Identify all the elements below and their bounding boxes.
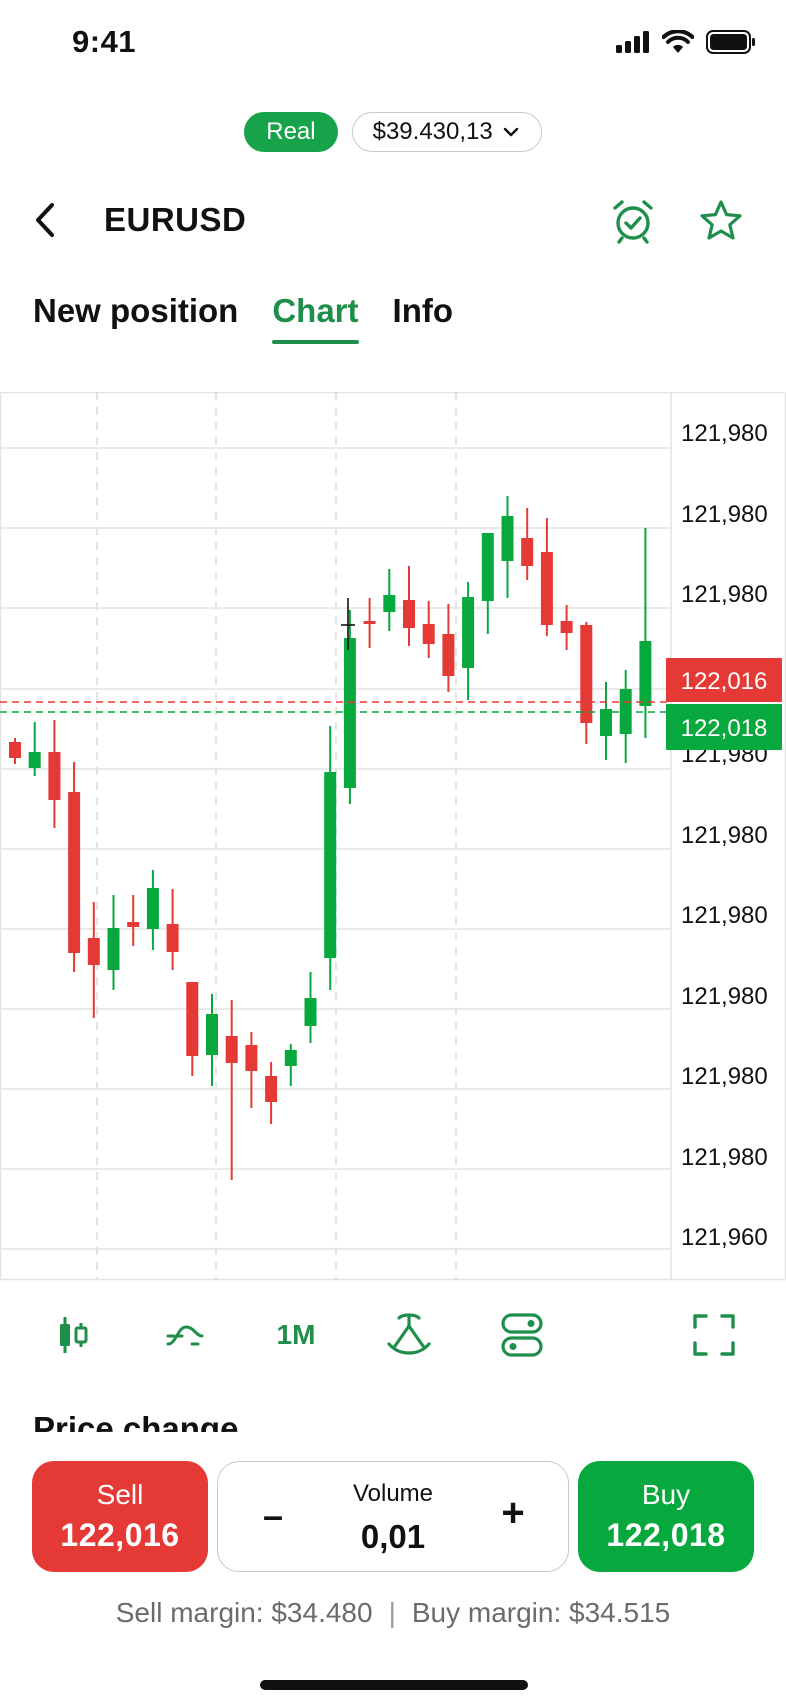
- candle-body: [304, 998, 317, 1026]
- candle-body: [600, 709, 612, 736]
- symbol-title: EURUSD: [104, 201, 247, 238]
- candle-body: [639, 641, 652, 706]
- sell-label: Sell: [96, 1479, 144, 1510]
- candle-body: [383, 595, 396, 612]
- candle-body: [87, 938, 100, 965]
- price-change-title: Price change: [33, 1410, 239, 1432]
- sell-price: 122,016: [60, 1517, 180, 1553]
- account-row: Real $39.430,13: [0, 112, 786, 152]
- y-tick-label: 121,980: [681, 1144, 768, 1171]
- star-icon[interactable]: [698, 198, 744, 244]
- sell-margin: Sell margin: $34.480: [115, 1597, 373, 1628]
- tabs: New position Chart Info: [33, 292, 453, 344]
- candle-body: [225, 1036, 238, 1063]
- tab-chart[interactable]: Chart: [272, 292, 359, 344]
- margin-separator: |: [388, 1597, 396, 1628]
- buy-label: Buy: [641, 1479, 691, 1510]
- y-tick-label: 121,980: [681, 581, 768, 608]
- drawing-tools-icon: [387, 1313, 431, 1355]
- alarm-icon[interactable]: [610, 198, 656, 244]
- buy-price: 122,018: [606, 1517, 726, 1553]
- fullscreen-icon: [693, 1314, 735, 1356]
- candle-body: [324, 772, 337, 958]
- battery-icon: [706, 30, 755, 54]
- status-icons: [616, 30, 756, 54]
- sell-button[interactable]: Sell 122,016: [32, 1461, 208, 1572]
- drawing-tools-button[interactable]: [382, 1300, 436, 1370]
- candlestick-icon: [60, 1317, 88, 1353]
- candle-body: [166, 924, 179, 952]
- candle-body: [521, 538, 534, 566]
- y-tick-label: 121,960: [681, 1224, 768, 1251]
- price-chart[interactable]: 121,980 121,980 121,980 121,980 121,980 121,9…: [0, 392, 786, 1282]
- candle-body: [343, 638, 356, 788]
- timeframe-label: 1M: [276, 1319, 316, 1350]
- volume-increase-button[interactable]: +: [498, 1491, 528, 1536]
- price-change-section: Price change: [33, 1402, 533, 1432]
- back-icon[interactable]: [30, 200, 60, 240]
- candle-body: [107, 928, 120, 970]
- volume-decrease-button[interactable]: –: [258, 1495, 288, 1537]
- candle-body: [422, 624, 435, 644]
- chart-toolbar: 1M: [0, 1300, 786, 1370]
- wifi-icon: [662, 30, 694, 53]
- toggle-settings-button[interactable]: [494, 1300, 550, 1370]
- home-indicator: [260, 1680, 528, 1690]
- balance-selector[interactable]: $39.430,13: [351, 112, 542, 152]
- sell-price-tag-label: 122,016: [681, 668, 768, 695]
- y-tick-label: 121,980: [681, 822, 768, 849]
- candle-body: [146, 888, 159, 929]
- candle-body: [9, 742, 21, 758]
- timeframe-button[interactable]: 1M: [268, 1300, 324, 1370]
- candle-body: [442, 634, 455, 676]
- candle-body: [501, 516, 514, 561]
- candlestick-chart[interactable]: 121,980 121,980 121,980 121,980 121,980 121,9…: [0, 392, 786, 1282]
- candle-body: [284, 1050, 297, 1066]
- volume-value[interactable]: 0,01: [300, 1518, 486, 1556]
- fullscreen-button[interactable]: [688, 1300, 740, 1370]
- candle-body: [68, 792, 81, 953]
- volume-label: Volume: [352, 1480, 434, 1507]
- candle-body: [245, 1045, 258, 1071]
- chart-frame: [0, 392, 786, 1281]
- margin-info: Sell margin: $34.480 | Buy margin: $34.515: [0, 1597, 786, 1629]
- candle-body: [48, 752, 61, 800]
- candle-body: [580, 625, 593, 723]
- candle-body: [127, 922, 140, 927]
- tab-new-position[interactable]: New position: [33, 292, 238, 344]
- tab-info[interactable]: Info: [393, 292, 453, 344]
- candle-body: [206, 1014, 218, 1055]
- y-tick-label: 121,980: [681, 983, 768, 1010]
- chart-type-button[interactable]: [48, 1300, 98, 1370]
- buy-margin: Buy margin: $34.515: [411, 1597, 671, 1628]
- status-time: 9:41: [72, 24, 137, 59]
- candle-body: [363, 621, 376, 624]
- indicators-icon: [166, 1325, 204, 1346]
- chevron-down-icon: [503, 127, 518, 137]
- account-mode-badge[interactable]: Real: [244, 112, 338, 152]
- candle-body: [560, 621, 573, 633]
- y-tick-label: 121,980: [681, 1063, 768, 1090]
- candle-body: [403, 600, 415, 628]
- candle-body: [540, 552, 553, 625]
- buy-button[interactable]: Buy 122,018: [578, 1461, 754, 1572]
- y-tick-label: 121,980: [681, 420, 768, 447]
- indicators-button[interactable]: [160, 1300, 210, 1370]
- candle-body: [28, 752, 41, 768]
- candle-body: [481, 533, 494, 601]
- toggle-icon: [501, 1313, 543, 1357]
- y-tick-label: 121,980: [681, 902, 768, 929]
- buy-price-tag-label: 122,018: [681, 715, 768, 742]
- balance-value: $39.430,13: [372, 118, 493, 145]
- candle-body: [462, 597, 475, 668]
- candle-body: [186, 982, 199, 1056]
- y-tick-label: 121,980: [681, 501, 768, 528]
- signal-icon: [616, 31, 649, 53]
- candle-body: [265, 1076, 278, 1102]
